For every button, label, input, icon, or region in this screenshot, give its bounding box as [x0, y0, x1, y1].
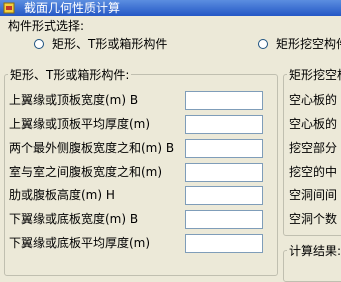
hollow-group-label: 矩形挖空构: [287, 68, 341, 82]
title-bar: 截面几何性质计算: [0, 0, 341, 16]
radio-rect-t-box[interactable]: 矩形、T形或箱形构件: [34, 35, 167, 52]
app-icon: [3, 2, 15, 14]
hollow-row-label: 空洞间间: [289, 188, 338, 202]
inner-webs-width-input[interactable]: [185, 163, 263, 182]
hollow-row-label: 挖空的中: [289, 165, 338, 179]
bottom-flange-thickness-input[interactable]: [185, 234, 263, 253]
window-title: 截面几何性质计算: [24, 1, 121, 15]
bottom-flange-width-input[interactable]: [185, 210, 263, 229]
results-group-label: 计算结果:: [287, 244, 341, 258]
row-label: 两个最外侧腹板宽度之和(m) B: [9, 141, 175, 155]
hollow-row-label: 空心板的: [289, 117, 338, 131]
shape-section-label: 构件形式选择:: [8, 19, 85, 33]
row-label: 上翼缘或顶板平均厚度(m): [9, 117, 151, 131]
row-label: 上翼缘或顶板宽度(m) B: [9, 93, 139, 107]
web-height-input[interactable]: [185, 186, 263, 205]
rect-t-box-group-label: 矩形、T形或箱形构件:: [8, 68, 132, 82]
row-label: 肋或腹板高度(m) H: [9, 188, 115, 202]
hollow-row-label: 空心板的: [289, 93, 338, 107]
row-label: 下翼缘或底板平均厚度(m): [9, 236, 151, 250]
row-label: 室与室之间腹板宽度之和(m): [9, 165, 163, 179]
radio-button[interactable]: [258, 38, 268, 49]
top-flange-width-input[interactable]: [185, 91, 263, 110]
radio-button[interactable]: [34, 38, 44, 49]
row-label: 下翼缘或底板宽度(m) B: [9, 212, 139, 226]
hollow-row-label: 挖空部分: [289, 141, 338, 155]
hollow-row-label: 空洞个数: [289, 212, 338, 226]
top-flange-thickness-input[interactable]: [185, 115, 263, 134]
radio-label: 矩形挖空构件: [276, 37, 341, 51]
outer-webs-width-input[interactable]: [185, 139, 263, 158]
radio-hollow[interactable]: 矩形挖空构件: [258, 35, 341, 52]
radio-label: 矩形、T形或箱形构件: [52, 37, 168, 51]
